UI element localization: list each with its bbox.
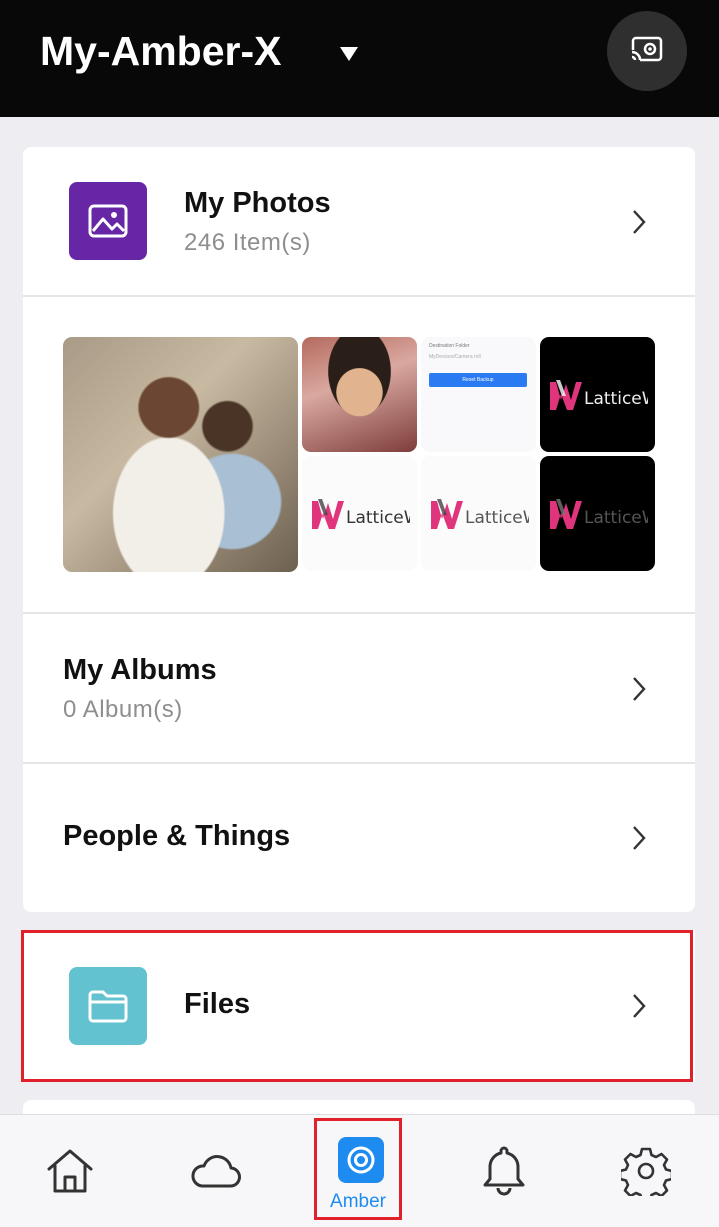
people-things-title: People & Things (63, 820, 291, 852)
logo-thumbnail[interactable]: LatticeWork (302, 456, 417, 571)
nav-amber[interactable]: Amber (314, 1118, 402, 1220)
logo-thumbnail[interactable]: LatticeWork (540, 337, 655, 452)
photo-thumbnail[interactable] (63, 337, 298, 572)
photos-card: My Photos 246 Item(s) Destination Folder… (23, 147, 695, 912)
screenshot-button-label: Reset Backup (462, 377, 494, 383)
people-things-row[interactable]: People & Things (23, 764, 695, 912)
screenshot-label: Destination Folder (429, 343, 470, 349)
my-photos-title: My Photos (184, 187, 331, 219)
caret-down-icon[interactable] (340, 47, 358, 61)
divider (23, 295, 695, 297)
amber-target-icon (347, 1146, 375, 1174)
my-photos-count: 246 Item(s) (184, 229, 311, 256)
nav-settings[interactable] (616, 1141, 676, 1201)
screenshot-thumbnail[interactable]: Destination Folder MyDevices/Camera roll… (421, 337, 536, 452)
chevron-right-icon (633, 826, 646, 850)
my-albums-count: 0 Album(s) (63, 696, 183, 723)
cast-icon (630, 36, 663, 62)
image-icon (88, 204, 128, 238)
latticework-logo: LatticeWork (312, 499, 410, 529)
latticework-logo: LatticeWork (550, 499, 648, 529)
nav-home[interactable] (40, 1141, 100, 1201)
logo-text: LatticeWork (584, 389, 648, 409)
device-name[interactable]: My-Amber-X (40, 28, 281, 75)
chevron-right-icon (633, 677, 646, 701)
chevron-right-icon (633, 210, 646, 234)
my-albums-row[interactable]: My Albums 0 Album(s) (23, 614, 695, 762)
gear-icon (621, 1147, 671, 1196)
files-card[interactable]: Files (21, 930, 695, 1082)
logo-text: LatticeWork (584, 508, 648, 528)
highlight-outline (21, 930, 693, 1082)
nav-notifications[interactable] (474, 1139, 534, 1203)
logo-thumbnail[interactable]: LatticeWork (421, 456, 536, 571)
amber-badge (338, 1137, 384, 1183)
nav-amber-label: Amber (330, 1191, 386, 1212)
logo-thumbnail[interactable]: LatticeWork (540, 456, 655, 571)
bell-icon (483, 1146, 525, 1196)
bottom-nav: Amber (0, 1114, 719, 1227)
top-bar: My-Amber-X (0, 0, 719, 117)
cloud-icon (191, 1155, 241, 1188)
logo-text: LatticeWork (346, 508, 410, 528)
photos-app-icon (69, 182, 147, 260)
screenshot-button: Reset Backup (429, 373, 527, 387)
photo-thumbnail[interactable] (302, 337, 417, 452)
home-icon (47, 1149, 93, 1193)
my-albums-title: My Albums (63, 654, 217, 686)
screenshot-path: MyDevices/Camera roll (429, 354, 481, 360)
latticework-logo: LatticeWork (550, 380, 648, 410)
nav-cloud[interactable] (184, 1141, 246, 1201)
cast-button[interactable] (607, 11, 687, 91)
my-photos-row[interactable]: My Photos 246 Item(s) (23, 147, 695, 295)
latticework-logo: LatticeWork (431, 499, 529, 529)
logo-text: LatticeWork (465, 508, 529, 528)
